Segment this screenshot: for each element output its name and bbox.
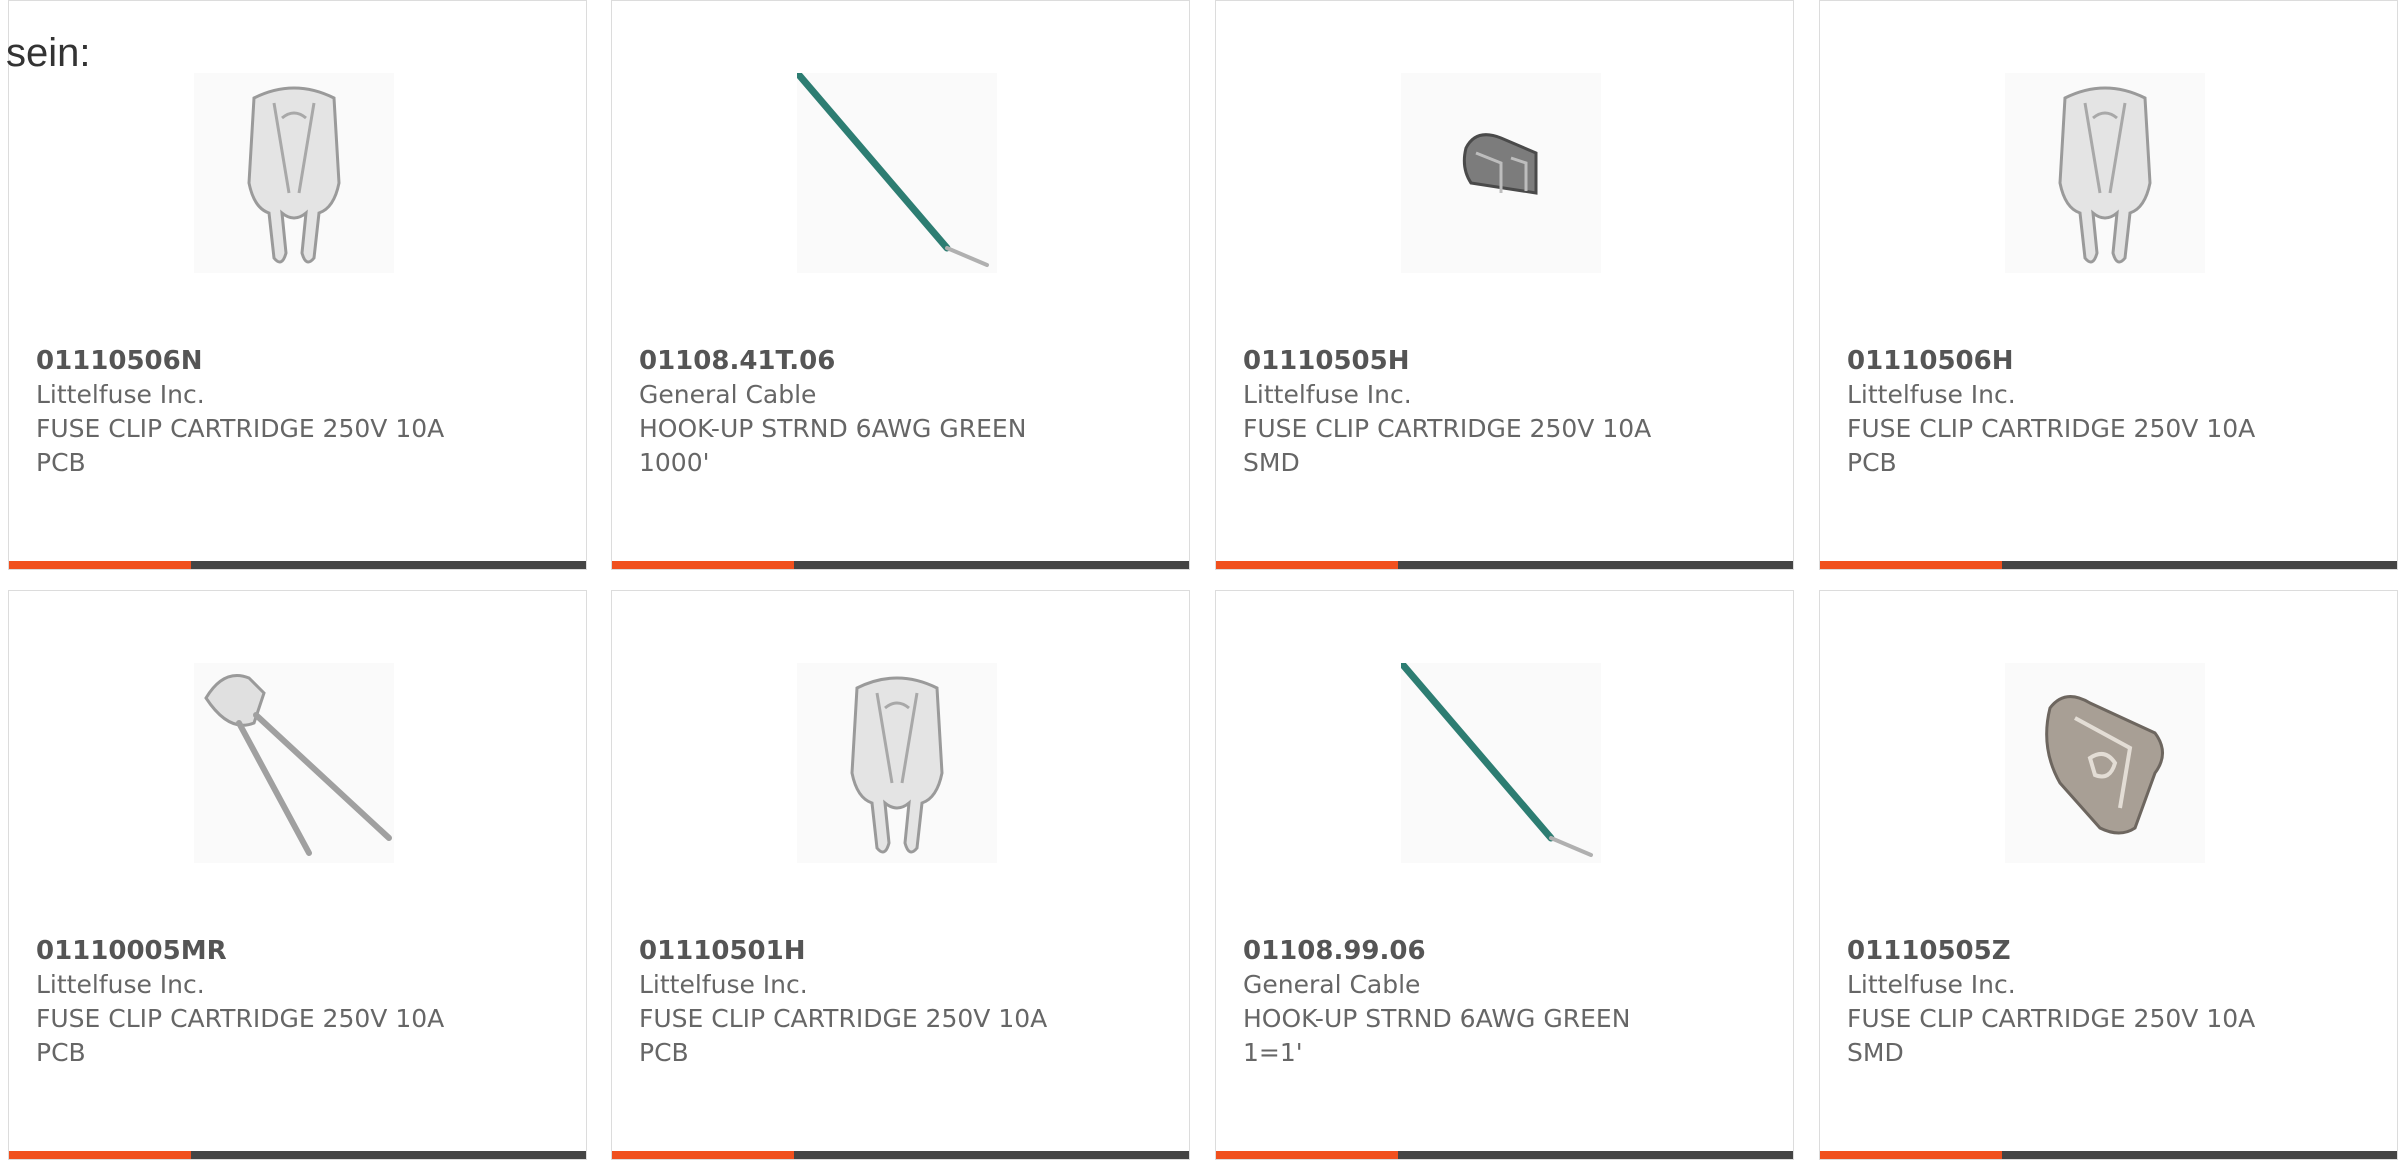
description-line: HOOK-UP STRND 6AWG GREEN xyxy=(639,414,1027,443)
description-line: PCB xyxy=(1847,448,1897,477)
manufacturer: Littelfuse Inc. xyxy=(639,970,808,999)
description-line: HOOK-UP STRND 6AWG GREEN xyxy=(1243,1004,1631,1033)
manufacturer: Littelfuse Inc. xyxy=(1243,380,1412,409)
description-line: 1000' xyxy=(639,448,710,477)
product-card[interactable]: 01110506H Littelfuse Inc. FUSE CLIP CART… xyxy=(1819,0,2398,570)
fuse-clip-tall-icon xyxy=(2058,86,2152,264)
product-image[interactable] xyxy=(2005,663,2205,863)
manufacturer: General Cable xyxy=(639,380,817,409)
card-bar xyxy=(9,561,586,569)
card-bar xyxy=(1216,561,1793,569)
description-line: FUSE CLIP CARTRIDGE 250V 10A xyxy=(1847,1004,2256,1033)
product-card[interactable]: 01110505H Littelfuse Inc. FUSE CLIP CART… xyxy=(1215,0,1794,570)
card-bar-accent xyxy=(9,561,191,569)
card-bar xyxy=(612,561,1189,569)
description-line: FUSE CLIP CARTRIDGE 250V 10A xyxy=(639,1004,1048,1033)
product-card[interactable]: 01110506N Littelfuse Inc. FUSE CLIP CART… xyxy=(8,0,587,570)
green-wire-icon xyxy=(797,73,989,267)
manufacturer: Littelfuse Inc. xyxy=(1847,380,2016,409)
part-number-link[interactable]: 01110005MR xyxy=(36,934,556,968)
product-image[interactable] xyxy=(2005,73,2205,273)
part-number-link[interactable]: 01110501H xyxy=(639,934,1159,968)
card-bar xyxy=(1820,1151,2397,1159)
fuse-clip-tall-icon xyxy=(247,86,341,264)
card-bar-accent xyxy=(612,1151,794,1159)
part-number-link[interactable]: 01110505Z xyxy=(1847,934,2367,968)
product-grid: 01110506N Littelfuse Inc. FUSE CLIP CART… xyxy=(0,0,2400,1160)
manufacturer: General Cable xyxy=(1243,970,1421,999)
part-number-link[interactable]: 01110506N xyxy=(36,344,556,378)
card-bar-accent xyxy=(9,1151,191,1159)
fuse-clip-smd-icon xyxy=(2045,695,2164,835)
description-line: FUSE CLIP CARTRIDGE 250V 10A xyxy=(1243,414,1652,443)
description-line: FUSE CLIP CARTRIDGE 250V 10A xyxy=(36,414,445,443)
card-bar xyxy=(1216,1151,1793,1159)
part-number-link[interactable]: 01108.41T.06 xyxy=(639,344,1159,378)
product-card[interactable]: 01110505Z Littelfuse Inc. FUSE CLIP CART… xyxy=(1819,590,2398,1160)
product-card[interactable]: 01110501H Littelfuse Inc. FUSE CLIP CART… xyxy=(611,590,1190,1160)
product-image[interactable] xyxy=(797,663,997,863)
description-line: SMD xyxy=(1243,448,1300,477)
fuse-clip-smd-small-icon xyxy=(1462,133,1538,195)
card-bar xyxy=(612,1151,1189,1159)
description-line: FUSE CLIP CARTRIDGE 250V 10A xyxy=(36,1004,445,1033)
product-card[interactable]: 01110005MR Littelfuse Inc. FUSE CLIP CAR… xyxy=(8,590,587,1160)
product-image[interactable] xyxy=(1401,663,1601,863)
product-card[interactable]: 01108.99.06 General Cable HOOK-UP STRND … xyxy=(1215,590,1794,1160)
card-bar xyxy=(9,1151,586,1159)
description-line: 1=1' xyxy=(1243,1038,1303,1067)
fuse-clip-tall-icon xyxy=(850,676,944,854)
fuse-clip-long-leads-icon xyxy=(204,674,392,856)
product-card[interactable]: 01108.41T.06 General Cable HOOK-UP STRND… xyxy=(611,0,1190,570)
product-image[interactable] xyxy=(194,73,394,273)
manufacturer: Littelfuse Inc. xyxy=(36,970,205,999)
card-bar-accent xyxy=(1820,561,2002,569)
manufacturer: Littelfuse Inc. xyxy=(36,380,205,409)
intro-text: sein: xyxy=(6,31,91,75)
green-wire-icon xyxy=(1401,663,1593,857)
card-bar-accent xyxy=(1216,561,1398,569)
manufacturer: Littelfuse Inc. xyxy=(1847,970,2016,999)
part-number-link[interactable]: 01110505H xyxy=(1243,344,1763,378)
description-line: FUSE CLIP CARTRIDGE 250V 10A xyxy=(1847,414,2256,443)
card-bar-accent xyxy=(612,561,794,569)
card-bar xyxy=(1820,561,2397,569)
description-line: SMD xyxy=(1847,1038,1904,1067)
description-line: PCB xyxy=(36,448,86,477)
product-image[interactable] xyxy=(797,73,997,273)
part-number-link[interactable]: 01110506H xyxy=(1847,344,2367,378)
description-line: PCB xyxy=(36,1038,86,1067)
description-line: PCB xyxy=(639,1038,689,1067)
part-number-link[interactable]: 01108.99.06 xyxy=(1243,934,1763,968)
product-image[interactable] xyxy=(1401,73,1601,273)
card-bar-accent xyxy=(1216,1151,1398,1159)
card-bar-accent xyxy=(1820,1151,2002,1159)
product-image[interactable] xyxy=(194,663,394,863)
